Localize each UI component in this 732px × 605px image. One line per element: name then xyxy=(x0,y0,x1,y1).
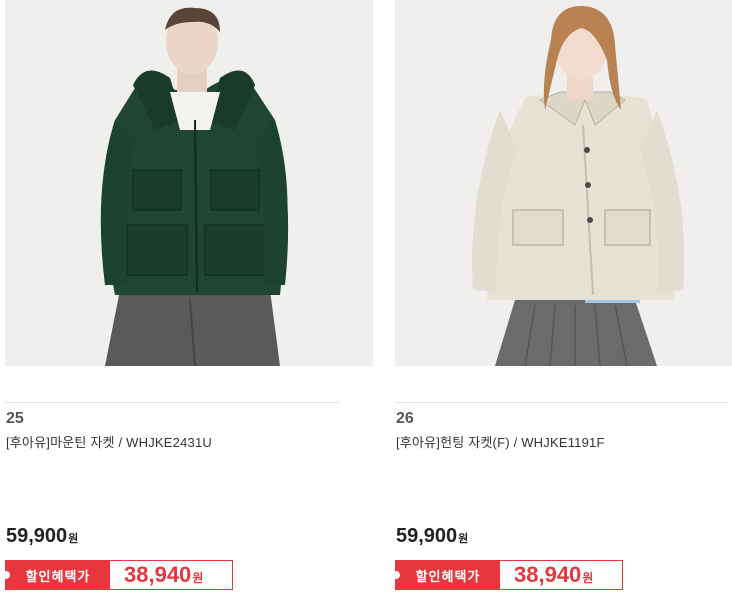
sale-price-unit: 원 xyxy=(582,571,594,585)
discount-price: 38,940원 xyxy=(124,562,203,588)
product-price: 59,900원 xyxy=(396,525,468,548)
price-value: 59,900 xyxy=(6,525,68,547)
price-unit: 원 xyxy=(68,533,79,545)
price-value: 59,900 xyxy=(396,525,458,547)
discount-benefit-label: 할인혜택가 xyxy=(396,561,500,589)
product-card[interactable]: 26 [후아유]헌팅 자켓(F) / WHJKE1191F 59,900원 할인… xyxy=(392,0,732,605)
divider xyxy=(395,402,729,403)
discount-price: 38,940원 xyxy=(514,562,593,588)
sale-price-unit: 원 xyxy=(192,571,204,585)
divider xyxy=(5,402,339,403)
product-price: 59,900원 xyxy=(6,525,78,548)
sale-price-value: 38,940 xyxy=(514,562,582,587)
product-card[interactable]: 25 [후아유]마운틴 자켓 / WHJKE2431U 59,900원 할인혜택… xyxy=(2,0,373,605)
product-rank: 25 xyxy=(6,410,24,427)
price-unit: 원 xyxy=(458,533,469,545)
product-image[interactable] xyxy=(395,0,732,366)
product-name-link[interactable]: [후아유]마운틴 자켓 / WHJKE2431U xyxy=(6,432,212,451)
product-photo-beige-jacket xyxy=(395,0,732,366)
discount-benefit-label: 할인혜택가 xyxy=(6,561,110,589)
product-rank: 26 xyxy=(396,410,414,427)
sale-price-value: 38,940 xyxy=(124,562,192,587)
discount-benefit-box: 할인혜택가 38,940원 xyxy=(2,560,233,590)
product-name-link[interactable]: [후아유]헌팅 자켓(F) / WHJKE1191F xyxy=(396,432,605,451)
tag-notch-icon xyxy=(392,571,400,579)
product-photo-green-jacket xyxy=(5,0,373,366)
discount-benefit-box: 할인혜택가 38,940원 xyxy=(392,560,623,590)
tag-notch-icon xyxy=(2,571,10,579)
product-image[interactable] xyxy=(5,0,373,366)
